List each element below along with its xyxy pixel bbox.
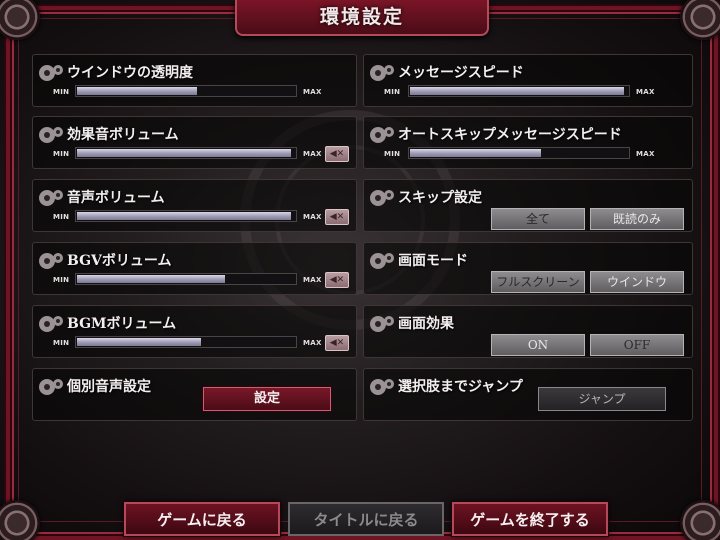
max-label: MAX xyxy=(303,88,322,96)
panel-screen-mode: 画面モード フルスクリーン ウインドウ xyxy=(363,242,693,295)
skip-read-only-button[interactable]: 既読のみ xyxy=(590,208,684,230)
panel-sfx-volume: 効果音ボリューム MIN MAX ◀✕ xyxy=(32,116,357,169)
fullscreen-button[interactable]: フルスクリーン xyxy=(491,271,585,293)
panel-skip-setting: スキップ設定 全て 既読のみ xyxy=(363,179,693,232)
window-mode-button[interactable]: ウインドウ xyxy=(590,271,684,293)
window-opacity-label: ウインドウの透明度 xyxy=(67,65,193,81)
gear-icon xyxy=(370,65,394,81)
panel-bgm-volume: BGMボリューム MIN MAX ◀✕ xyxy=(32,305,357,358)
max-label: MAX xyxy=(636,150,655,158)
auto-skip-speed-slider[interactable] xyxy=(408,147,630,159)
bgv-volume-label: BGVボリューム xyxy=(67,253,172,269)
panel-jump-to-choice: 選択肢までジャンプ ジャンプ xyxy=(363,368,693,421)
panel-message-speed: メッセージスピード MIN MAX xyxy=(363,54,693,107)
speaker-mute-icon: ◀✕ xyxy=(329,338,345,348)
min-label: MIN xyxy=(53,276,70,284)
slider-fill xyxy=(77,338,201,346)
bgm-volume-slider[interactable] xyxy=(75,336,297,348)
auto-skip-speed-label: オートスキップメッセージスピード xyxy=(398,127,622,143)
settings-screen: 環境設定 ウインドウの透明度 MIN MAX 効果音ボリューム MIN MAX … xyxy=(0,0,720,540)
corner-gear-ornament xyxy=(0,0,40,40)
voice-volume-slider[interactable] xyxy=(75,210,297,222)
screen-mode-label: 画面モード xyxy=(398,253,468,269)
corner-gear-ornament xyxy=(680,0,720,40)
title-plate: 環境設定 xyxy=(235,0,489,36)
gear-icon xyxy=(39,190,63,206)
jump-to-choice-label: 選択肢までジャンプ xyxy=(398,379,523,395)
jump-button[interactable]: ジャンプ xyxy=(538,387,666,411)
message-speed-label: メッセージスピード xyxy=(398,65,524,81)
effect-on-button[interactable]: ON xyxy=(491,334,585,356)
min-label: MIN xyxy=(384,88,401,96)
voice-mute-button[interactable]: ◀✕ xyxy=(325,209,349,225)
max-label: MAX xyxy=(636,88,655,96)
gear-icon xyxy=(370,253,394,269)
window-opacity-slider[interactable] xyxy=(75,85,297,97)
speaker-mute-icon: ◀✕ xyxy=(329,149,345,159)
max-label: MAX xyxy=(303,213,322,221)
panel-screen-effect: 画面効果 ON OFF xyxy=(363,305,693,358)
min-label: MIN xyxy=(53,150,70,158)
sfx-mute-button[interactable]: ◀✕ xyxy=(325,146,349,162)
min-label: MIN xyxy=(384,150,401,158)
gear-icon xyxy=(370,190,394,206)
screen-effect-label: 画面効果 xyxy=(398,316,454,332)
page-title: 環境設定 xyxy=(319,6,404,28)
skip-all-button[interactable]: 全て xyxy=(491,208,585,230)
corner-gear-ornament xyxy=(680,500,720,540)
gear-icon xyxy=(39,379,63,395)
message-speed-slider[interactable] xyxy=(408,85,630,97)
slider-fill xyxy=(410,87,624,95)
skip-setting-label: スキップ設定 xyxy=(398,190,482,206)
corner-gear-ornament xyxy=(0,500,40,540)
slider-fill xyxy=(77,275,225,283)
panel-bgv-volume: BGVボリューム MIN MAX ◀✕ xyxy=(32,242,357,295)
sfx-volume-slider[interactable] xyxy=(75,147,297,159)
speaker-mute-icon: ◀✕ xyxy=(329,275,345,285)
quit-game-button[interactable]: ゲームを終了する xyxy=(452,502,608,536)
max-label: MAX xyxy=(303,276,322,284)
gear-icon xyxy=(370,127,394,143)
slider-fill xyxy=(77,212,291,220)
sfx-volume-label: 効果音ボリューム xyxy=(67,127,179,143)
slider-fill xyxy=(77,87,197,95)
gear-icon xyxy=(39,253,63,269)
bgv-volume-slider[interactable] xyxy=(75,273,297,285)
individual-voice-label: 個別音声設定 xyxy=(67,379,151,395)
voice-volume-label: 音声ボリューム xyxy=(67,190,165,206)
min-label: MIN xyxy=(53,213,70,221)
panel-window-opacity: ウインドウの透明度 MIN MAX xyxy=(32,54,357,107)
panel-auto-skip-speed: オートスキップメッセージスピード MIN MAX xyxy=(363,116,693,169)
min-label: MIN xyxy=(53,88,70,96)
gear-icon xyxy=(370,316,394,332)
max-label: MAX xyxy=(303,339,322,347)
slider-fill xyxy=(410,149,541,157)
panel-individual-voice: 個別音声設定 設定 xyxy=(32,368,357,421)
return-to-game-button[interactable]: ゲームに戻る xyxy=(124,502,280,536)
max-label: MAX xyxy=(303,150,322,158)
gear-icon xyxy=(39,65,63,81)
bgm-volume-label: BGMボリューム xyxy=(67,316,177,332)
bgm-mute-button[interactable]: ◀✕ xyxy=(325,335,349,351)
individual-voice-settings-button[interactable]: 設定 xyxy=(203,387,331,411)
return-to-title-button[interactable]: タイトルに戻る xyxy=(288,502,444,536)
min-label: MIN xyxy=(53,339,70,347)
gear-icon xyxy=(39,127,63,143)
slider-fill xyxy=(77,149,291,157)
speaker-mute-icon: ◀✕ xyxy=(329,212,345,222)
panel-voice-volume: 音声ボリューム MIN MAX ◀✕ xyxy=(32,179,357,232)
gear-icon xyxy=(370,379,394,395)
effect-off-button[interactable]: OFF xyxy=(590,334,684,356)
bgv-mute-button[interactable]: ◀✕ xyxy=(325,272,349,288)
gear-icon xyxy=(39,316,63,332)
